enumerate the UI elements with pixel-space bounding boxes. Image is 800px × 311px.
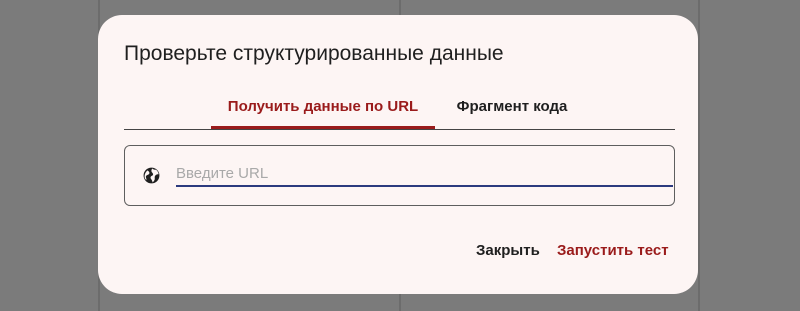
- run-test-button[interactable]: Запустить тест: [557, 242, 669, 259]
- tab-code-snippet[interactable]: Фрагмент кода: [450, 95, 574, 129]
- dialog-title: Проверьте структурированные данные: [124, 42, 504, 65]
- backdrop-divider: [698, 0, 700, 311]
- tab-bar: Получить данные по URL Фрагмент кода: [124, 95, 675, 130]
- globe-icon: [143, 167, 160, 184]
- url-field-container: [124, 145, 675, 206]
- close-button[interactable]: Закрыть: [476, 242, 540, 259]
- test-structured-data-dialog: Проверьте структурированные данные Получ…: [98, 15, 698, 294]
- tab-fetch-url[interactable]: Получить данные по URL: [211, 95, 435, 129]
- url-input[interactable]: [176, 164, 673, 187]
